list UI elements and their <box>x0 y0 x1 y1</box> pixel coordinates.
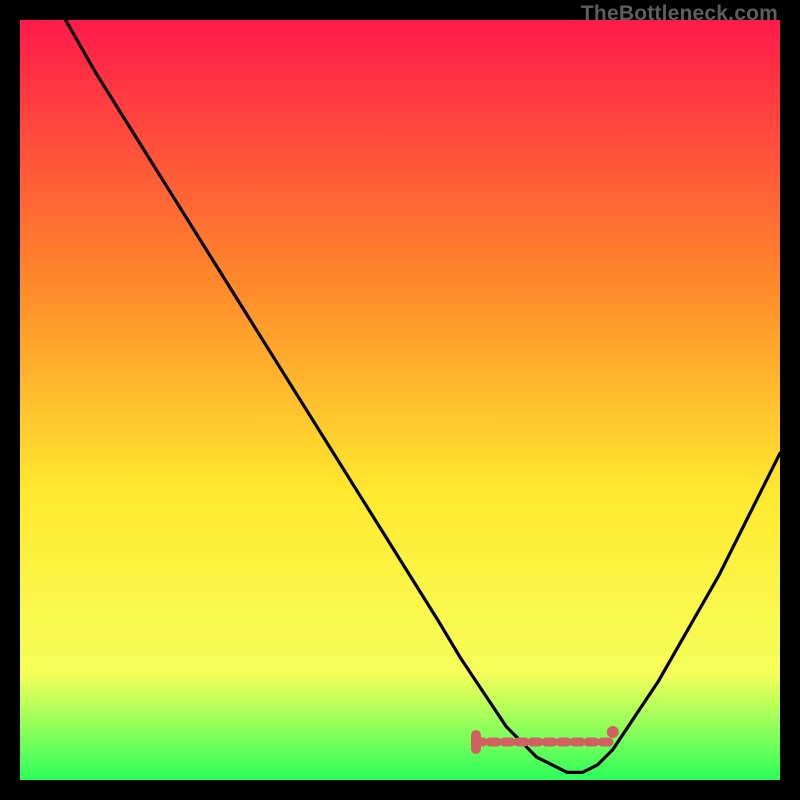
chart-frame <box>20 20 780 780</box>
watermark-text: TheBottleneck.com <box>581 2 778 26</box>
optimal-marker-right-dot <box>607 726 619 738</box>
bottleneck-chart <box>20 20 780 780</box>
